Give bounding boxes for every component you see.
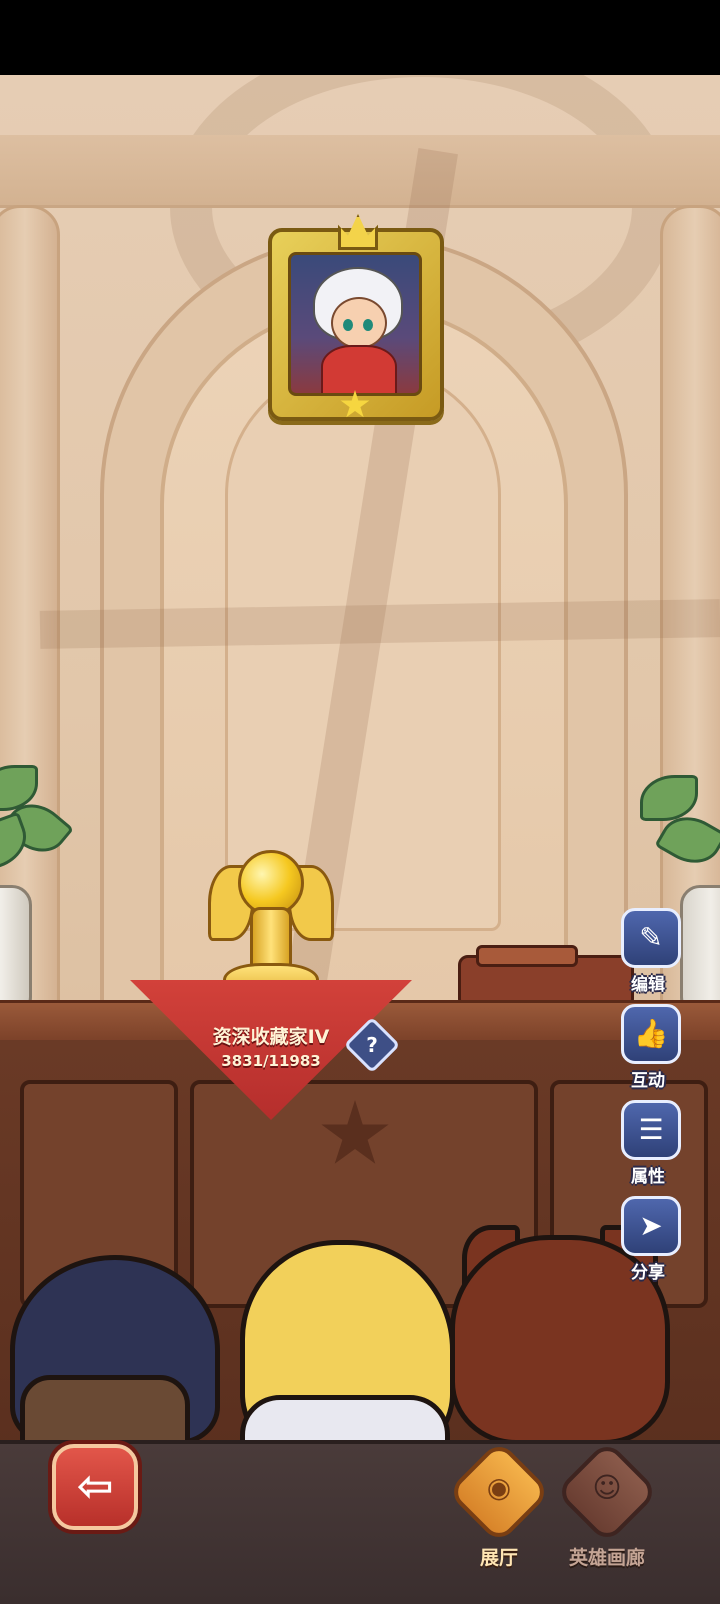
share-label: 分享: [631, 1263, 665, 1283]
potted-plant-left: [0, 765, 74, 1021]
tab-exhibition-hall[interactable]: ◉ 展厅: [444, 1439, 554, 1569]
share-button[interactable]: ➤ 分享: [618, 1196, 681, 1286]
attributes-button[interactable]: ☰ 属性: [618, 1100, 681, 1190]
thumbs-up-icon: 👍: [621, 1004, 681, 1064]
edit-button[interactable]: ✎ 编辑: [618, 908, 681, 998]
attributes-label: 属性: [631, 1167, 665, 1187]
paper-plane-icon: ➤: [621, 1196, 681, 1256]
back-button[interactable]: ⇦: [52, 1444, 138, 1530]
book: [476, 945, 578, 967]
showcase-scene: 资深收藏家IV 3831/11983: [0, 75, 720, 1470]
interact-label: 互动: [631, 1071, 665, 1091]
wall-cornice: [0, 135, 720, 208]
back-arrow-icon: ⇦: [76, 1461, 114, 1512]
edit-icon: ✎: [621, 908, 681, 968]
tab-hero-gallery[interactable]: ☺ 英雄画廊: [552, 1439, 662, 1569]
status-bar: [0, 0, 720, 75]
stacked-books: [458, 945, 634, 1009]
hero-face-icon: ☺: [592, 1471, 622, 1504]
tab-label: 展厅: [479, 1547, 518, 1569]
question-icon: ?: [366, 1033, 378, 1057]
edit-label: 编辑: [631, 975, 665, 995]
tab-label: 英雄画廊: [568, 1547, 645, 1569]
hero-outfit: [321, 345, 397, 393]
leaf: [640, 775, 698, 821]
eye-emblem-icon: ◉: [486, 1471, 512, 1504]
hero-eye: [343, 319, 353, 331]
hero-face: [331, 297, 387, 349]
interact-button[interactable]: 👍 互动: [618, 1004, 681, 1094]
list-icon: ☰: [621, 1100, 681, 1160]
hero-eye: [363, 319, 373, 331]
hero-portrait: [288, 252, 422, 396]
hero-portrait-frame[interactable]: [268, 214, 444, 421]
